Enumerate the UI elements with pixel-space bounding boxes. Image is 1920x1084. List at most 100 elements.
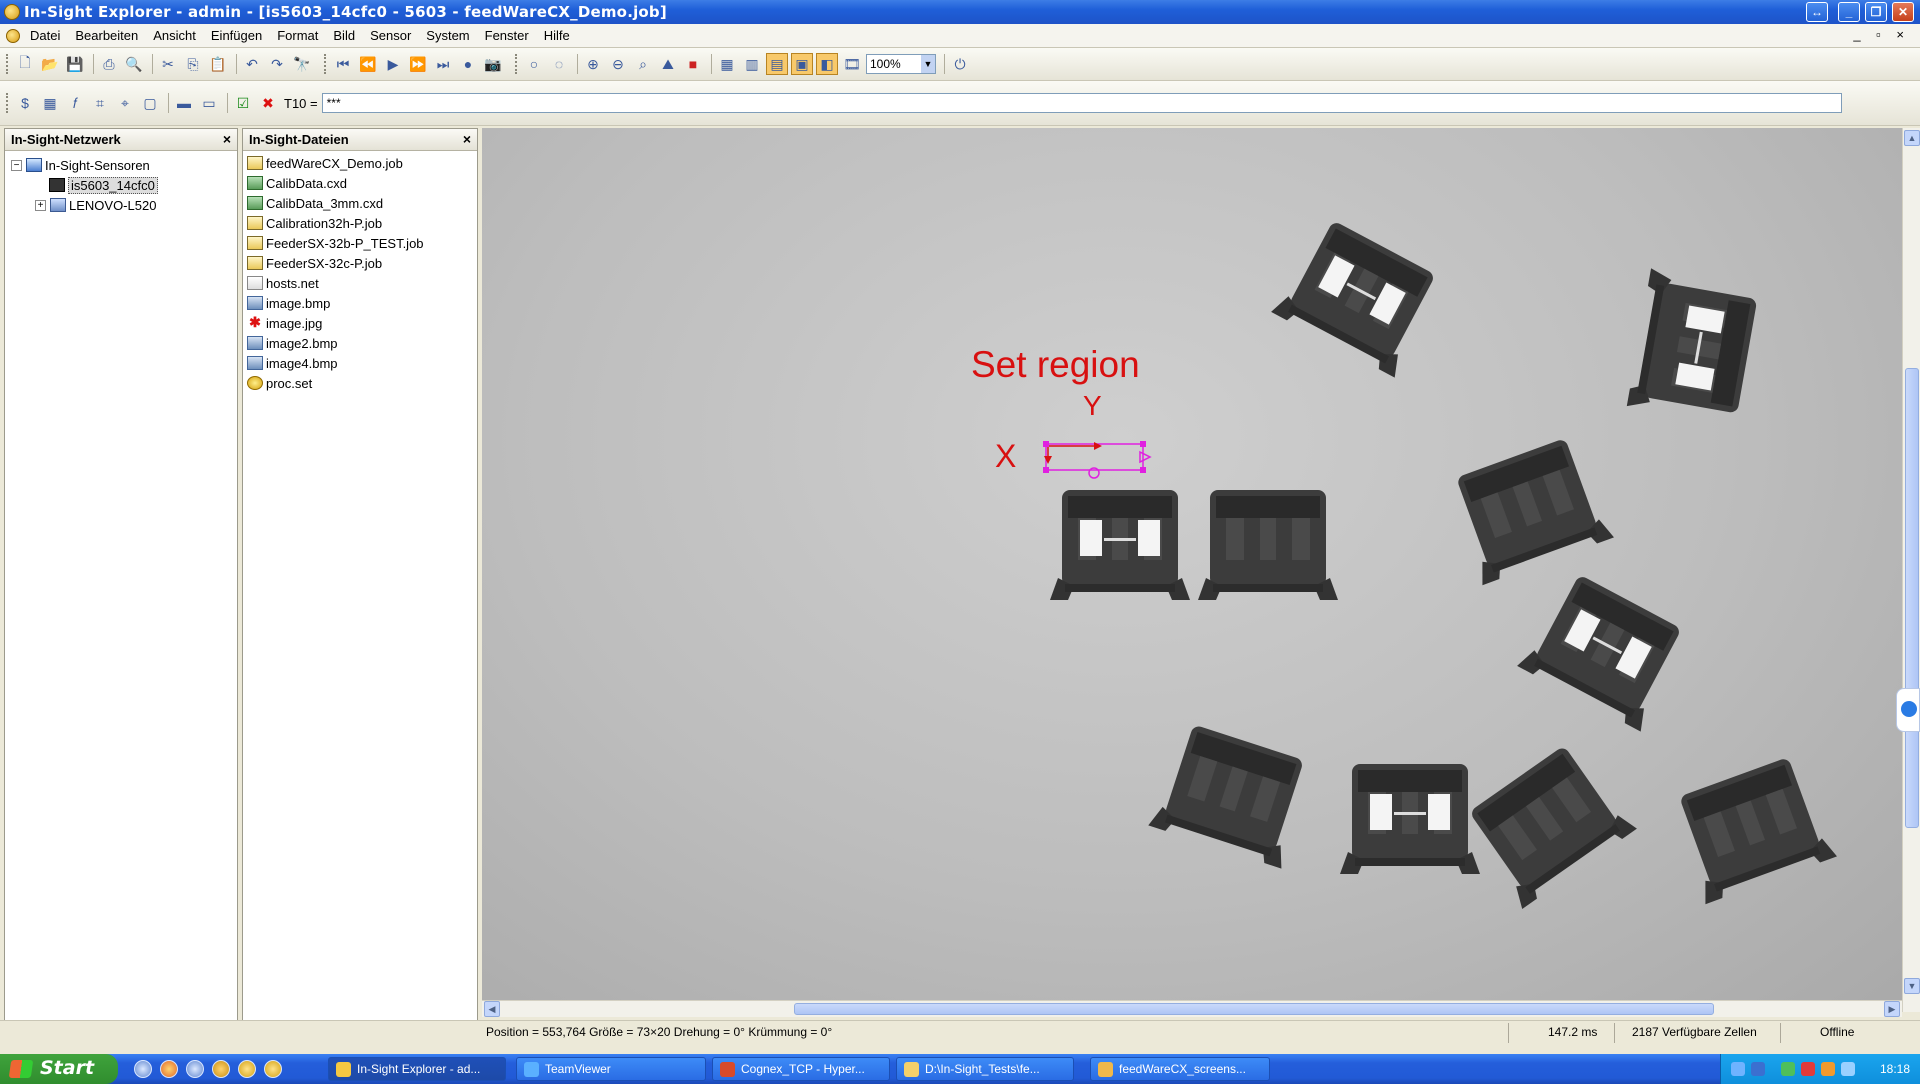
list-item[interactable]: proc.set: [247, 373, 473, 393]
list-item[interactable]: image4.bmp: [247, 353, 473, 373]
redo-icon[interactable]: ↷: [266, 53, 288, 75]
image-viewer[interactable]: Set region Y X: [482, 128, 1902, 1012]
filmstrip-icon[interactable]: 🎞: [841, 53, 863, 75]
overlay-view-icon[interactable]: ▣: [791, 53, 813, 75]
live-video-icon[interactable]: ◌: [548, 53, 570, 75]
close-icon[interactable]: ×: [463, 131, 471, 147]
list-item[interactable]: Calibration32h-P.job: [247, 213, 473, 233]
list-item[interactable]: FeederSX-32b-P_TEST.job: [247, 233, 473, 253]
camera-icon[interactable]: 📷: [482, 53, 504, 75]
taskbar-item-insight[interactable]: In-Sight Explorer - ad...: [328, 1057, 506, 1081]
function-icon[interactable]: 𝑓: [64, 92, 86, 114]
tree-node-sensors[interactable]: − In-Sight-Sensoren: [11, 155, 231, 175]
image-frame-icon[interactable]: ▢: [139, 92, 161, 114]
menu-format[interactable]: Format: [277, 28, 318, 43]
table-icon[interactable]: ▦: [39, 92, 61, 114]
mdi-controls[interactable]: _ ▫ ×: [1853, 27, 1910, 42]
chevron-down-icon[interactable]: ▼: [921, 55, 935, 73]
scroll-up-icon[interactable]: ▲: [1904, 130, 1920, 146]
region-tool[interactable]: [1043, 441, 1152, 479]
scroll-right-icon[interactable]: ▶: [1884, 1001, 1900, 1017]
toolbar-grip[interactable]: [515, 54, 519, 74]
scroll-down-icon[interactable]: ▼: [1904, 978, 1920, 994]
network-tray-icon[interactable]: [1751, 1062, 1765, 1076]
power-icon[interactable]: ⏻: [949, 53, 971, 75]
first-image-icon[interactable]: ⏮: [332, 53, 354, 75]
find-icon[interactable]: 🔭: [291, 53, 313, 75]
menu-bearbeiten[interactable]: Bearbeiten: [75, 28, 138, 43]
grid-icon[interactable]: ▥: [741, 53, 763, 75]
menu-ansicht[interactable]: Ansicht: [153, 28, 196, 43]
copy-icon[interactable]: ⎘: [182, 53, 204, 75]
save-icon[interactable]: 💾: [64, 53, 86, 75]
menu-system[interactable]: System: [426, 28, 469, 43]
menu-datei[interactable]: Datei: [30, 28, 60, 43]
restore-arrows-icon[interactable]: ↔: [1806, 2, 1828, 22]
color-icon[interactable]: ■: [682, 53, 704, 75]
expand-icon[interactable]: +: [35, 199, 46, 211]
vertical-scroll-thumb[interactable]: [1905, 368, 1919, 828]
quicklaunch-insight-icon[interactable]: [212, 1060, 230, 1078]
spreadsheet-view-icon[interactable]: ▤: [766, 53, 788, 75]
start-button[interactable]: Start: [0, 1054, 118, 1084]
taskbar-item-explorer[interactable]: D:\In-Sight_Tests\fe...: [896, 1057, 1074, 1081]
graphics-icon[interactable]: ▦: [716, 53, 738, 75]
toolbar-grip[interactable]: [6, 54, 10, 74]
quicklaunch-insight-icon[interactable]: [264, 1060, 282, 1078]
print-icon[interactable]: ⎙: [98, 53, 120, 75]
menu-bild[interactable]: Bild: [333, 28, 355, 43]
absolute-ref-icon[interactable]: $: [14, 92, 36, 114]
zoom-in-icon[interactable]: ⊕: [582, 53, 604, 75]
zoom-fit-icon[interactable]: ⌕: [632, 53, 654, 75]
open-folder-icon[interactable]: 📂: [39, 53, 61, 75]
menu-einfuegen[interactable]: Einfügen: [211, 28, 262, 43]
select-region-icon[interactable]: ⌗: [89, 92, 111, 114]
list-item[interactable]: image2.bmp: [247, 333, 473, 353]
tray-icon[interactable]: [1841, 1062, 1855, 1076]
last-image-icon[interactable]: ⏭: [432, 53, 454, 75]
quicklaunch-insight-icon[interactable]: [238, 1060, 256, 1078]
list-item[interactable]: image.bmp: [247, 293, 473, 313]
toolbar-grip[interactable]: [324, 54, 328, 74]
undo-icon[interactable]: ↶: [241, 53, 263, 75]
scroll-left-icon[interactable]: ◀: [484, 1001, 500, 1017]
list-item[interactable]: ✱ image.jpg: [247, 313, 473, 333]
crosshair-icon[interactable]: ⌖: [114, 92, 136, 114]
paste-icon[interactable]: 📋: [207, 53, 229, 75]
quicklaunch-browser-icon[interactable]: [160, 1060, 178, 1078]
zoom-out-icon[interactable]: ⊖: [607, 53, 629, 75]
list-item[interactable]: CalibData_3mm.cxd: [247, 193, 473, 213]
toolbar-grip[interactable]: [6, 93, 10, 113]
antivirus-icon[interactable]: [1801, 1062, 1815, 1076]
taskbar-item-screenshot[interactable]: feedWareCX_screens...: [1090, 1057, 1270, 1081]
quicklaunch-ie-icon[interactable]: [134, 1060, 152, 1078]
volume-icon[interactable]: [1731, 1062, 1745, 1076]
quicklaunch-ie-icon[interactable]: [186, 1060, 204, 1078]
delete-cell-icon[interactable]: ▭: [198, 92, 220, 114]
list-item[interactable]: CalibData.cxd: [247, 173, 473, 193]
taskbar-item-teamviewer[interactable]: TeamViewer: [516, 1057, 706, 1081]
teamviewer-side-tab[interactable]: [1896, 688, 1920, 732]
tree-node-sensor[interactable]: is5603_14cfc0: [11, 175, 231, 195]
close-button[interactable]: ✕: [1892, 2, 1914, 22]
tree-node-pc[interactable]: + LENOVO-L520: [11, 195, 231, 215]
minimize-button[interactable]: _: [1838, 2, 1860, 22]
taskbar-item-hyperterminal[interactable]: Cognex_TCP - Hyper...: [712, 1057, 890, 1081]
new-file-icon[interactable]: 🗋: [14, 53, 36, 75]
cut-icon[interactable]: ✂: [157, 53, 179, 75]
print-preview-icon[interactable]: 🔍: [123, 53, 145, 75]
list-item[interactable]: hosts.net: [247, 273, 473, 293]
insert-cell-icon[interactable]: ▬: [173, 92, 195, 114]
vertical-scrollbar[interactable]: ▲ ▼: [1902, 128, 1920, 1012]
play-icon[interactable]: ▶: [382, 53, 404, 75]
trigger-icon[interactable]: ○: [523, 53, 545, 75]
zoom-select[interactable]: 100% ▼: [866, 54, 936, 74]
maximize-button[interactable]: ❐: [1865, 2, 1887, 22]
menu-hilfe[interactable]: Hilfe: [544, 28, 570, 43]
image-adjust-icon[interactable]: ⛰: [657, 53, 679, 75]
close-icon[interactable]: ×: [223, 131, 231, 147]
list-item[interactable]: FeederSX-32c-P.job: [247, 253, 473, 273]
fast-forward-icon[interactable]: ⏩: [407, 53, 429, 75]
menu-sensor[interactable]: Sensor: [370, 28, 411, 43]
rewind-icon[interactable]: ⏪: [357, 53, 379, 75]
